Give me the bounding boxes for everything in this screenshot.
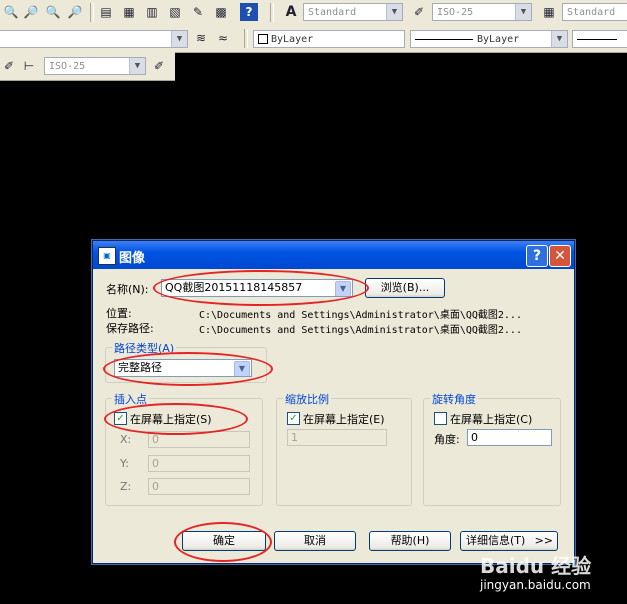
layer-previous-icon[interactable]: ≈ [214, 29, 232, 47]
scale-input[interactable]: 1 [287, 429, 387, 446]
annotation-oval-insert-point [104, 403, 248, 435]
text-style-icon[interactable]: A [282, 3, 300, 21]
dim-style-combo-2[interactable]: ISO-25 ▼ [44, 57, 146, 75]
close-button[interactable]: ✕ [549, 245, 571, 267]
toolbar-separator [270, 3, 274, 22]
markup-icon[interactable]: ✎ [189, 3, 207, 21]
layer-icon[interactable]: ≋ [192, 29, 210, 47]
browse-button[interactable]: 浏览(B)... [365, 278, 445, 298]
dim-style-icon[interactable]: ✐ [410, 3, 428, 21]
zoom-window-icon[interactable]: 🔎 [22, 3, 40, 21]
scale-specify-label: 在屏幕上指定(E) [303, 413, 385, 426]
help-icon[interactable]: ? [240, 3, 258, 21]
linetype-combo[interactable]: ByLayer ▼ [410, 30, 568, 48]
color-swatch [258, 34, 268, 44]
scale-title: 缩放比例 [283, 391, 331, 407]
dimension-toolbar: ✐ ⊢ ISO-25 ▼ ✐ [0, 52, 175, 81]
scale-specify-checkbox[interactable]: ✓ [287, 412, 300, 425]
chevron-down-icon[interactable]: ▼ [515, 4, 531, 20]
dialog-title: 图像 [119, 251, 146, 266]
zoom-previous-icon[interactable]: 🔍 [44, 3, 62, 21]
table-style-combo[interactable]: Standard [562, 3, 627, 21]
lineweight-combo[interactable] [572, 30, 627, 48]
cancel-button[interactable]: 取消 [274, 531, 356, 551]
toolbar-separator [90, 3, 94, 22]
y-input[interactable]: 0 [148, 455, 250, 472]
lineweight-sample [577, 39, 617, 40]
chevron-down-icon[interactable]: ▼ [386, 4, 402, 20]
annotation-oval-name [153, 270, 369, 306]
image-icon: ▣ [98, 247, 116, 265]
sheet-set-icon[interactable]: ▧ [166, 3, 184, 21]
rotation-specify-label: 在屏幕上指定(C) [450, 413, 533, 426]
toolbar-separator [244, 29, 248, 48]
zoom-extents-icon[interactable]: 🔎 [66, 3, 84, 21]
properties-icon[interactable]: ▤ [97, 3, 115, 21]
x-label: X: [120, 433, 132, 446]
help-button[interactable]: 帮助(H) [369, 531, 451, 551]
text-style-combo[interactable]: Standard ▼ [303, 3, 403, 21]
dim-style-manager-icon[interactable]: ✐ [150, 57, 168, 75]
linetype-sample [415, 39, 473, 40]
dim-update-icon[interactable]: ⊢ [20, 57, 38, 75]
name-label: 名称(N): [106, 283, 149, 296]
chevron-down-icon[interactable]: ▼ [129, 58, 145, 74]
annotation-oval-path-type [103, 352, 273, 386]
dim-style-combo[interactable]: ISO-25 ▼ [432, 3, 532, 21]
chevron-down-icon[interactable]: ▼ [171, 31, 187, 47]
rotation-title: 旋转角度 [430, 391, 478, 407]
z-input[interactable]: 0 [148, 478, 250, 495]
watermark-logo: Baidu 经验 [480, 554, 592, 578]
tool-palette-icon[interactable]: ▥ [143, 3, 161, 21]
color-combo[interactable]: ByLayer [253, 30, 405, 48]
zoom-realtime-icon[interactable]: 🔍 [2, 3, 20, 21]
y-label: Y: [120, 457, 129, 470]
calculator-icon[interactable]: ▩ [212, 3, 230, 21]
watermark-url: jingyan.baidu.com [480, 578, 591, 592]
dialog-titlebar[interactable]: ▣ 图像 ? ✕ [93, 241, 574, 269]
saved-path-value: C:\Documents and Settings\Administrator\… [199, 325, 522, 336]
dim-edit-icon[interactable]: ✐ [0, 57, 18, 75]
expand-arrow-icon: >> [534, 534, 553, 547]
table-style-icon[interactable]: ▦ [540, 3, 558, 21]
standard-toolbar: 🔍 🔎 🔍 🔎 ▤ ▦ ▥ ▧ ✎ ▩ ? A Standard ▼ ✐ ISO-… [0, 0, 627, 27]
rotation-specify-checkbox[interactable] [434, 412, 447, 425]
chevron-down-icon[interactable]: ▼ [551, 31, 567, 47]
design-center-icon[interactable]: ▦ [120, 3, 138, 21]
rotation-group: 旋转角度 在屏幕上指定(C) 角度: 0 [423, 391, 561, 506]
angle-input[interactable]: 0 [467, 429, 552, 446]
z-label: Z: [120, 480, 132, 493]
saved-path-label: 保存路径: [106, 322, 154, 335]
details-button[interactable]: 详细信息(T) >> [460, 531, 558, 551]
location-value: C:\Documents and Settings\Administrator\… [199, 310, 522, 321]
annotation-oval-ok [174, 522, 272, 562]
scale-group: 缩放比例 ✓ 在屏幕上指定(E) 1 [276, 391, 412, 506]
layer-combo[interactable]: ▼ [0, 30, 188, 48]
location-label: 位置: [106, 307, 132, 320]
angle-label: 角度: [434, 433, 460, 446]
layers-toolbar: ▼ ≋ ≈ ByLayer ByLayer ▼ [0, 26, 627, 53]
titlebar-help-button[interactable]: ? [526, 245, 548, 267]
